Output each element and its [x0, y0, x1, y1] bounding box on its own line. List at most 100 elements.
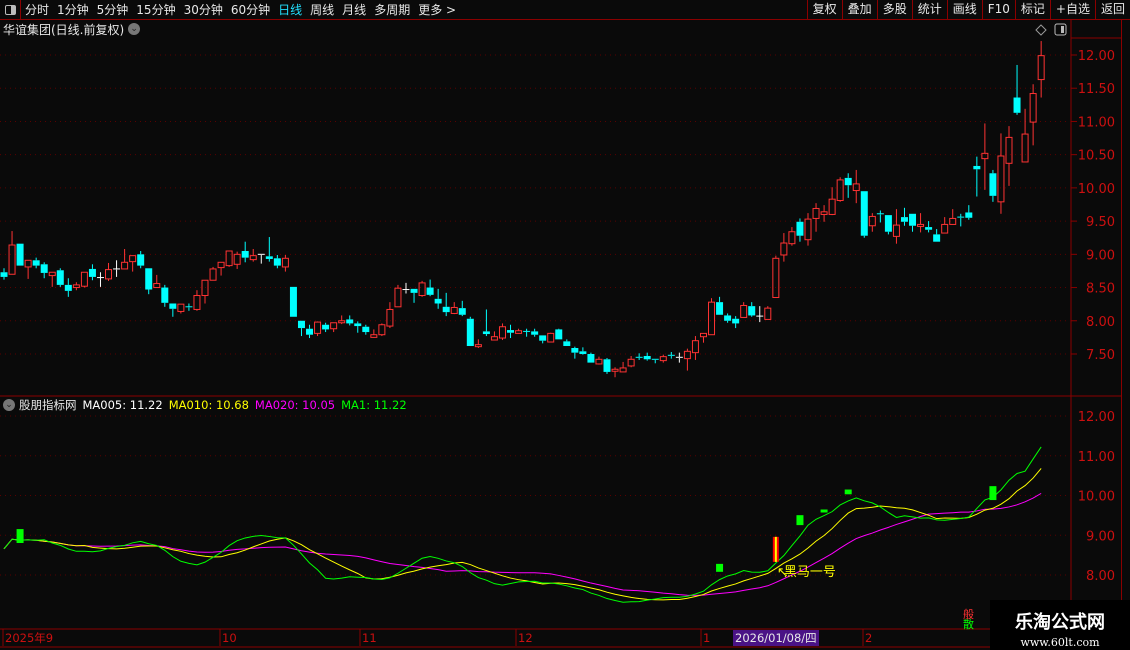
date-label: 2 — [865, 631, 872, 645]
candle-down — [724, 315, 732, 321]
candle-up — [418, 282, 426, 297]
candle-down — [354, 323, 362, 327]
candle-up — [699, 332, 707, 338]
candle-up — [764, 307, 772, 320]
date-label: 2025年9 — [5, 631, 53, 645]
indicator-y-tick-label: 10.00 — [1078, 490, 1115, 505]
candle-up — [619, 367, 627, 373]
candle-down — [40, 264, 48, 273]
y-tick-label: 11.00 — [1078, 115, 1115, 130]
candle-down — [88, 268, 96, 277]
candle-up — [233, 253, 241, 265]
ma5-line — [3, 446, 1042, 603]
candle-down — [297, 320, 305, 329]
candle-down — [482, 331, 490, 335]
candle-up — [249, 255, 257, 261]
candle-up — [611, 368, 619, 372]
candle-up — [193, 295, 201, 310]
candle-up — [330, 322, 338, 330]
candle-down — [860, 191, 868, 236]
y-tick-label: 9.00 — [1086, 248, 1115, 263]
candle-up — [997, 155, 1005, 203]
candle-down — [434, 298, 442, 304]
kline-chart[interactable]: 12.00 11.50 11.00 10.50 10.00 9.50 9.00 8.50 8.0… — [0, 0, 1130, 650]
candle-down — [925, 227, 933, 230]
candle-down — [507, 330, 515, 333]
candle-down — [458, 308, 466, 315]
y-tick-label: 7.50 — [1086, 348, 1115, 363]
date-label: 11 — [362, 631, 377, 645]
candle-down — [579, 351, 587, 354]
candle-down — [426, 287, 434, 295]
candle-up — [740, 304, 748, 318]
candle-up — [917, 223, 925, 227]
panel-toggle-icon-fill — [1061, 26, 1064, 33]
candle-down — [539, 335, 547, 341]
candle-down — [169, 303, 177, 309]
candle-up — [1029, 93, 1037, 123]
right-side-panel[interactable] — [1121, 20, 1130, 650]
candle-up — [595, 358, 603, 365]
candle-down — [0, 272, 8, 277]
candle-down — [241, 250, 249, 258]
candle-up — [708, 301, 716, 336]
candle-up — [828, 198, 836, 215]
indicator-y-tick-label: 12.00 — [1078, 410, 1115, 425]
candle-up — [683, 350, 691, 360]
candle-up — [691, 340, 699, 354]
signal-marker — [796, 515, 804, 526]
candle-up — [1037, 55, 1045, 81]
candle-up — [498, 326, 506, 339]
candle-up — [836, 179, 844, 202]
candle-up — [820, 211, 828, 215]
signal-marker — [820, 509, 828, 513]
y-tick-label: 12.00 — [1078, 49, 1115, 64]
candle-up — [515, 330, 523, 334]
candle-up — [177, 303, 185, 312]
candle-down — [1013, 97, 1021, 113]
signal-marker — [716, 563, 724, 572]
candle-down — [587, 353, 595, 363]
y-tick-label: 8.50 — [1086, 282, 1115, 297]
candle-up — [852, 183, 860, 192]
candle-down — [265, 256, 273, 259]
candle-down — [965, 212, 973, 218]
candle-down — [346, 319, 354, 324]
candle-down — [56, 270, 64, 285]
candle-down — [563, 341, 571, 347]
candle-down — [732, 318, 740, 324]
y-tick-label: 11.50 — [1078, 82, 1115, 97]
candle-up — [386, 308, 394, 327]
candle-up — [788, 231, 796, 245]
candle-up — [772, 257, 780, 299]
candle-down — [571, 348, 579, 353]
candle-down — [442, 306, 450, 313]
candle-down — [289, 286, 297, 317]
candle-down — [884, 215, 892, 232]
candle-down — [933, 234, 941, 242]
candle-up — [981, 152, 989, 160]
candle-up — [1005, 136, 1013, 164]
candle-up — [450, 306, 458, 314]
candle-down — [306, 328, 314, 335]
candle-down — [748, 306, 756, 316]
date-label: 10 — [222, 631, 237, 645]
diamond-icon[interactable] — [1035, 24, 1047, 36]
candle-up — [812, 207, 820, 219]
candle-up — [153, 283, 161, 289]
candle-down — [16, 243, 24, 266]
panel-toggle-icon[interactable] — [1054, 23, 1067, 36]
indicator-y-tick-label: 8.00 — [1086, 569, 1115, 584]
date-label: 1 — [703, 631, 710, 645]
indicator-y-tick-label: 9.00 — [1086, 529, 1115, 544]
candle-up — [225, 250, 233, 267]
candle-down — [973, 165, 981, 170]
y-tick-label: 8.00 — [1086, 315, 1115, 330]
candle-down — [410, 288, 418, 293]
candle-up — [804, 218, 812, 241]
candle-up — [129, 255, 137, 263]
watermark-title: 乐淘公式网 — [1015, 612, 1105, 633]
candle-down — [32, 260, 40, 266]
candle-down — [64, 284, 72, 291]
date-label: 12 — [518, 631, 533, 645]
